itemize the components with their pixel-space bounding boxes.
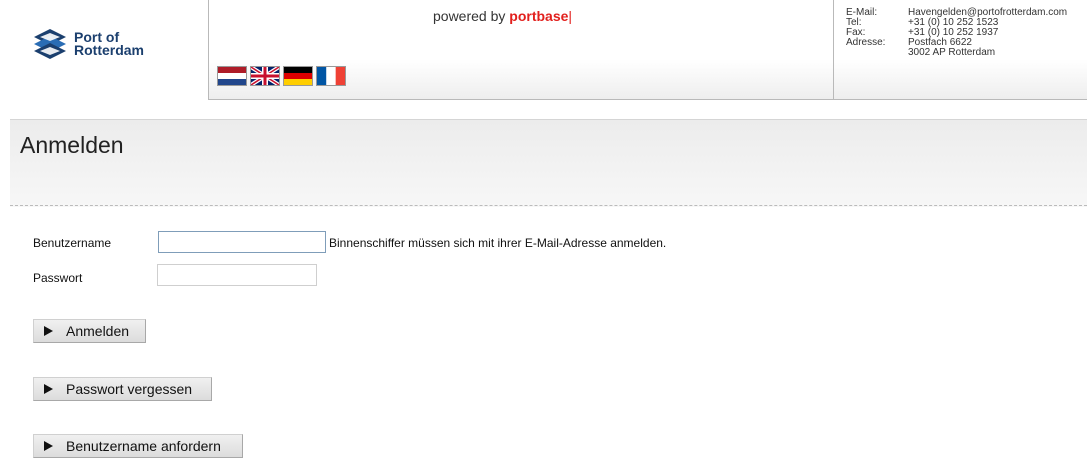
forgot-password-button-label: Passwort vergessen	[66, 381, 193, 397]
username-input[interactable]	[158, 231, 326, 253]
request-username-button[interactable]: Benutzername anfordern	[33, 434, 243, 458]
logo-text-line2: Rotterdam	[74, 42, 145, 58]
flag-nl-icon[interactable]	[217, 66, 247, 86]
portbase-bar-icon: |	[568, 8, 573, 24]
language-flags	[217, 66, 346, 86]
portbase-brand: portbase	[509, 8, 569, 24]
flag-fr-icon[interactable]	[316, 66, 346, 86]
username-label: Benutzername	[33, 236, 112, 250]
header-center-panel: powered by portbase|	[208, 0, 833, 100]
address-label-spacer	[846, 48, 908, 58]
play-arrow-icon	[44, 326, 53, 336]
port-logo-icon	[34, 29, 66, 59]
powered-by-portbase: powered by portbase|	[433, 8, 572, 24]
logo-text: Port of Rotterdam	[74, 30, 145, 58]
page-title-band: Anmelden	[10, 119, 1087, 207]
port-of-rotterdam-logo[interactable]: Port of Rotterdam	[32, 26, 172, 62]
flag-de-icon[interactable]	[283, 66, 313, 86]
page-header: Port of Rotterdam powered by portbase| E…	[0, 0, 1087, 100]
address-line2: 3002 AP Rotterdam	[908, 47, 996, 58]
address-label: Adresse:	[846, 37, 886, 48]
username-hint: Binnenschiffer müssen sich mit ihrer E-M…	[329, 236, 667, 250]
play-arrow-icon	[44, 441, 53, 451]
contact-info: E-Mail: Havengelden@portofrotterdam.com T…	[846, 8, 1067, 58]
play-arrow-icon	[44, 384, 53, 394]
flag-uk-icon[interactable]	[250, 66, 280, 86]
page-title: Anmelden	[20, 132, 124, 158]
login-button[interactable]: Anmelden	[33, 319, 146, 343]
password-label: Passwort	[33, 271, 83, 285]
contact-panel: E-Mail: Havengelden@portofrotterdam.com T…	[833, 0, 1087, 100]
password-input[interactable]	[157, 264, 317, 286]
forgot-password-button[interactable]: Passwort vergessen	[33, 377, 212, 401]
request-username-button-label: Benutzername anfordern	[66, 438, 221, 454]
login-button-label: Anmelden	[66, 323, 130, 339]
powered-by-text: powered by	[433, 8, 510, 24]
dashed-divider	[10, 205, 1087, 206]
